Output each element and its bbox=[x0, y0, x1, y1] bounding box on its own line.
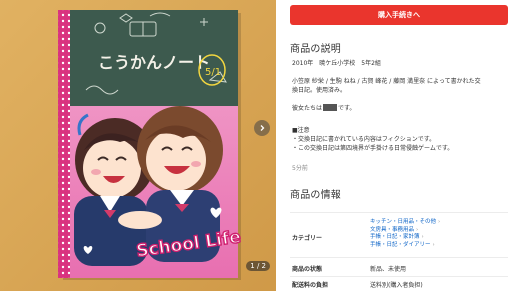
divider bbox=[290, 212, 508, 213]
category-link-3[interactable]: 手帳・日記・家計簿 › bbox=[370, 234, 440, 242]
next-image-button[interactable] bbox=[254, 120, 270, 136]
note-line-2: ・この交換日記は第四境界が手掛ける日常侵蝕ゲームです。 bbox=[292, 145, 454, 152]
shipping-label: 配送料の負担 bbox=[292, 282, 329, 289]
item-info-heading: 商品の情報 bbox=[290, 190, 341, 201]
description-line-2b: 換日記。使用済み。 bbox=[292, 87, 347, 94]
item-photo-carousel[interactable]: こうかんノート 5/1 School Life 1 / 2 bbox=[0, 0, 276, 291]
item-info-panel: 購入手続きへ 商品の説明 2010年 暁ケ丘小学校 5年2組 小笠原 紗栄 / … bbox=[290, 0, 508, 291]
divider bbox=[290, 257, 508, 258]
notebook-title: こうかんノート bbox=[98, 53, 210, 72]
description-line-2a: 小笠原 紗栄 / 生駒 ねね / 古賀 峰花 / 藤岡 満里奈 によって書かれた… bbox=[292, 78, 481, 85]
item-photo: こうかんノート 5/1 School Life bbox=[0, 0, 276, 291]
condition-value: 新品、未使用 bbox=[370, 266, 407, 273]
chevron-right-icon bbox=[260, 125, 265, 131]
description-line-3: 彼女たちは です。 bbox=[292, 104, 355, 113]
description-line-3a: 彼女たちは bbox=[292, 105, 323, 112]
chevron-right-icon: › bbox=[416, 226, 419, 233]
category-links: キッチン・日用品・その他 › 文房具・事務用品 › 手帳・日記・家計簿 › 手帳・日記… bbox=[370, 219, 440, 249]
buy-button[interactable]: 購入手続きへ bbox=[290, 5, 508, 25]
chevron-right-icon: › bbox=[438, 219, 441, 225]
chevron-right-icon: › bbox=[421, 234, 424, 240]
category-link-1[interactable]: キッチン・日用品・その他 › bbox=[370, 219, 440, 227]
image-counter: 1 / 2 bbox=[246, 261, 270, 271]
description-line-1: 2010年 暁ケ丘小学校 5年2組 bbox=[292, 60, 381, 67]
divider bbox=[290, 276, 508, 277]
posted-time: 5分前 bbox=[292, 165, 308, 172]
note-heading: ■注意 bbox=[292, 127, 310, 134]
redaction-block bbox=[323, 104, 338, 111]
condition-label: 商品の状態 bbox=[292, 266, 323, 273]
category-label: カテゴリー bbox=[292, 235, 323, 242]
chevron-right-icon: › bbox=[432, 241, 435, 248]
category-link-4[interactable]: 手帳・日記・ダイアリー › bbox=[370, 242, 440, 250]
shipping-value: 送料別(購入者負担) bbox=[370, 282, 423, 289]
category-link-2[interactable]: 文房具・事務用品 › bbox=[370, 227, 440, 235]
description-heading: 商品の説明 bbox=[290, 44, 341, 55]
note-line-1: ・交換日記に書かれている内容はフィクションです。 bbox=[292, 136, 436, 143]
svg-text:5/1: 5/1 bbox=[205, 67, 221, 78]
description-line-3b: です。 bbox=[338, 105, 356, 112]
